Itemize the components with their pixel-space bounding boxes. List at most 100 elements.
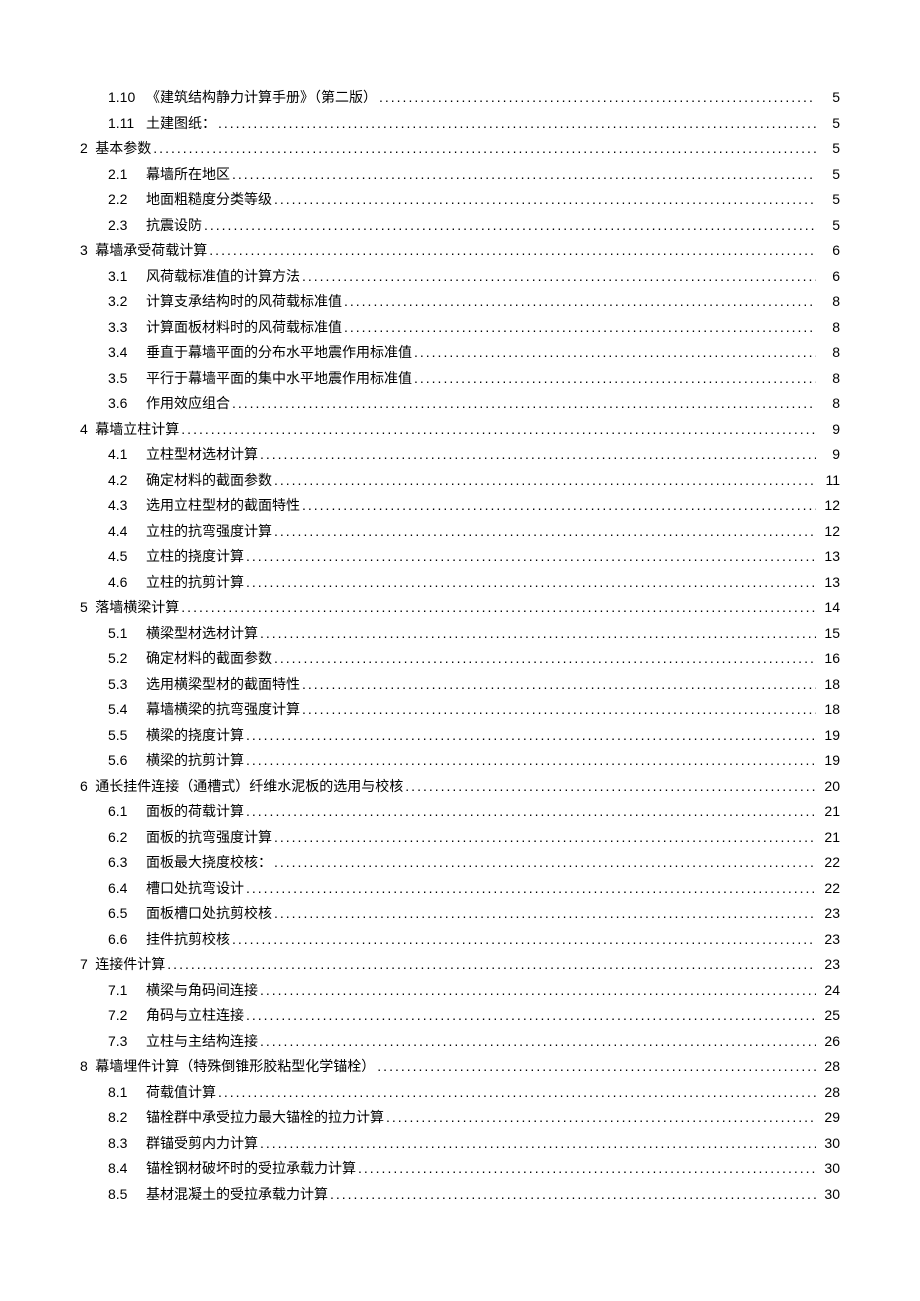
toc-number: 4.1 xyxy=(108,447,142,461)
toc-entry[interactable]: 2.1幕墙所在地区5 xyxy=(108,167,840,183)
toc-page-number: 6 xyxy=(818,269,840,283)
toc-entry[interactable]: 8.2锚栓群中承受拉力最大锚栓的拉力计算29 xyxy=(108,1110,840,1126)
toc-page: 1.10《建筑结构静力计算手册》（第二版）5 1.11土建图纸：5 2 基本参数5 2… xyxy=(0,0,920,1301)
toc-number: 6.1 xyxy=(108,804,142,818)
toc-leader-dots xyxy=(246,881,816,895)
toc-leader-dots xyxy=(204,218,816,232)
toc-leader-dots xyxy=(414,371,816,385)
toc-title: 落墙横梁计算 xyxy=(95,601,179,616)
toc-entry[interactable]: 7.3立柱与主结构连接26 xyxy=(108,1034,840,1050)
toc-page-number: 28 xyxy=(818,1085,840,1099)
toc-title: 立柱的挠度计算 xyxy=(146,551,244,565)
toc-entry[interactable]: 5 落墙横梁计算14 xyxy=(80,600,840,616)
toc-page-number: 5 xyxy=(818,141,840,155)
toc-title: 土建图纸： xyxy=(146,118,216,132)
toc-entry[interactable]: 5.6横梁的抗剪计算19 xyxy=(108,753,840,769)
toc-entry[interactable]: 3 幕墙承受荷载计算6 xyxy=(80,243,840,259)
toc-page-number: 30 xyxy=(818,1161,840,1175)
toc-number: 2.2 xyxy=(108,192,142,206)
toc-title: 计算面板材料时的风荷载标准值 xyxy=(146,322,342,336)
toc-entry[interactable]: 6.1面板的荷载计算21 xyxy=(108,804,840,820)
toc-entry[interactable]: 6.6挂件抗剪校核23 xyxy=(108,932,840,948)
toc-number: 4.2 xyxy=(108,473,142,487)
toc-leader-dots xyxy=(377,1059,816,1073)
toc-number: 5.5 xyxy=(108,728,142,742)
toc-entry[interactable]: 8.4锚栓钢材破坏时的受拉承载力计算30 xyxy=(108,1161,840,1177)
toc-page-number: 12 xyxy=(818,498,840,512)
toc-entry[interactable]: 8.5基材混凝土的受拉承载力计算30 xyxy=(108,1187,840,1203)
toc-title: 确定材料的截面参数 xyxy=(146,475,272,489)
toc-leader-dots xyxy=(386,1110,816,1124)
toc-page-number: 19 xyxy=(818,753,840,767)
toc-leader-dots xyxy=(260,1136,816,1150)
toc-title: 面板的抗弯强度计算 xyxy=(146,832,272,846)
toc-number: 5 xyxy=(80,599,88,615)
toc-entry[interactable]: 2.3抗震设防5 xyxy=(108,218,840,234)
toc-leader-dots xyxy=(274,192,816,206)
toc-entry[interactable]: 6.5面板槽口处抗剪校核23 xyxy=(108,906,840,922)
toc-leader-dots xyxy=(302,269,816,283)
toc-heading: 5 落墙横梁计算 xyxy=(80,600,179,616)
toc-entry[interactable]: 4.6立柱的抗剪计算13 xyxy=(108,575,840,591)
toc-entry[interactable]: 3.1风荷载标准值的计算方法6 xyxy=(108,269,840,285)
toc-entry[interactable]: 7 连接件计算23 xyxy=(80,957,840,973)
toc-entry[interactable]: 4.3选用立柱型材的截面特性12 xyxy=(108,498,840,514)
toc-entry[interactable]: 1.10《建筑结构静力计算手册》（第二版）5 xyxy=(108,90,840,106)
toc-page-number: 9 xyxy=(818,447,840,461)
toc-title: 幕墙埋件计算（特殊倒锥形胶粘型化学锚栓） xyxy=(95,1060,375,1075)
toc-page-number: 22 xyxy=(818,855,840,869)
toc-number: 8 xyxy=(80,1058,88,1074)
toc-entry[interactable]: 3.2计算支承结构时的风荷载标准值8 xyxy=(108,294,840,310)
toc-entry[interactable]: 1.11土建图纸：5 xyxy=(108,116,840,132)
toc-entry[interactable]: 5.3选用横梁型材的截面特性18 xyxy=(108,677,840,693)
toc-entry[interactable]: 3.4垂直于幕墙平面的分布水平地震作用标准值8 xyxy=(108,345,840,361)
toc-entry[interactable]: 7.1横梁与角码间连接24 xyxy=(108,983,840,999)
toc-leader-dots xyxy=(274,906,816,920)
toc-entry[interactable]: 8.3群锚受剪内力计算30 xyxy=(108,1136,840,1152)
toc-entry[interactable]: 4.4立柱的抗弯强度计算12 xyxy=(108,524,840,540)
toc-number: 1.10 xyxy=(108,90,142,104)
toc-number: 6.6 xyxy=(108,932,142,946)
toc-leader-dots xyxy=(246,575,816,589)
toc-number: 7.1 xyxy=(108,983,142,997)
toc-entry[interactable]: 2.2地面粗糙度分类等级5 xyxy=(108,192,840,208)
toc-page-number: 21 xyxy=(818,830,840,844)
toc-title: 作用效应组合 xyxy=(146,398,230,412)
toc-entry[interactable]: 4 幕墙立柱计算9 xyxy=(80,422,840,438)
toc-entry[interactable]: 4.2确定材料的截面参数11 xyxy=(108,473,840,489)
toc-page-number: 24 xyxy=(818,983,840,997)
toc-number: 6.3 xyxy=(108,855,142,869)
toc-page-number: 5 xyxy=(818,167,840,181)
toc-entry[interactable]: 6.2面板的抗弯强度计算21 xyxy=(108,830,840,846)
toc-title: 连接件计算 xyxy=(95,958,165,973)
toc-title: 立柱的抗弯强度计算 xyxy=(146,526,272,540)
toc-leader-dots xyxy=(414,345,816,359)
toc-entry[interactable]: 5.1横梁型材选材计算15 xyxy=(108,626,840,642)
toc-entry[interactable]: 4.1 立柱型材选材计算 9 xyxy=(108,447,840,463)
toc-title: 幕墙所在地区 xyxy=(146,169,230,183)
toc-entry[interactable]: 8.1荷载值计算28 xyxy=(108,1085,840,1101)
toc-entry[interactable]: 5.2确定材料的截面参数16 xyxy=(108,651,840,667)
toc-page-number: 8 xyxy=(818,294,840,308)
toc-title: 基材混凝土的受拉承载力计算 xyxy=(146,1189,328,1203)
toc-leader-dots xyxy=(232,396,816,410)
toc-title: 立柱的抗剪计算 xyxy=(146,577,244,591)
toc-title: 横梁的抗剪计算 xyxy=(146,755,244,769)
toc-number: 8.1 xyxy=(108,1085,142,1099)
toc-entry[interactable]: 5.4幕墙横梁的抗弯强度计算18 xyxy=(108,702,840,718)
toc-entry[interactable]: 6.4槽口处抗弯设计22 xyxy=(108,881,840,897)
toc-entry[interactable]: 7.2角码与立柱连接25 xyxy=(108,1008,840,1024)
toc-entry[interactable]: 2 基本参数5 xyxy=(80,141,840,157)
toc-entry[interactable]: 6.3面板最大挠度校核：22 xyxy=(108,855,840,871)
toc-entry[interactable]: 5.5横梁的挠度计算19 xyxy=(108,728,840,744)
toc-entry[interactable]: 3.5平行于幕墙平面的集中水平地震作用标准值8 xyxy=(108,371,840,387)
toc-entry[interactable]: 3.6作用效应组合8 xyxy=(108,396,840,412)
toc-entry[interactable]: 3.3计算面板材料时的风荷载标准值8 xyxy=(108,320,840,336)
toc-leader-dots xyxy=(246,728,816,742)
toc-page-number: 23 xyxy=(818,906,840,920)
toc-title: 立柱型材选材计算 xyxy=(146,449,258,463)
toc-entry[interactable]: 8 幕墙埋件计算（特殊倒锥形胶粘型化学锚栓）28 xyxy=(80,1059,840,1075)
toc-entry[interactable]: 6 通长挂件连接（通槽式）纤维水泥板的选用与校核20 xyxy=(80,779,840,795)
toc-number: 5.3 xyxy=(108,677,142,691)
toc-entry[interactable]: 4.5立柱的挠度计算13 xyxy=(108,549,840,565)
